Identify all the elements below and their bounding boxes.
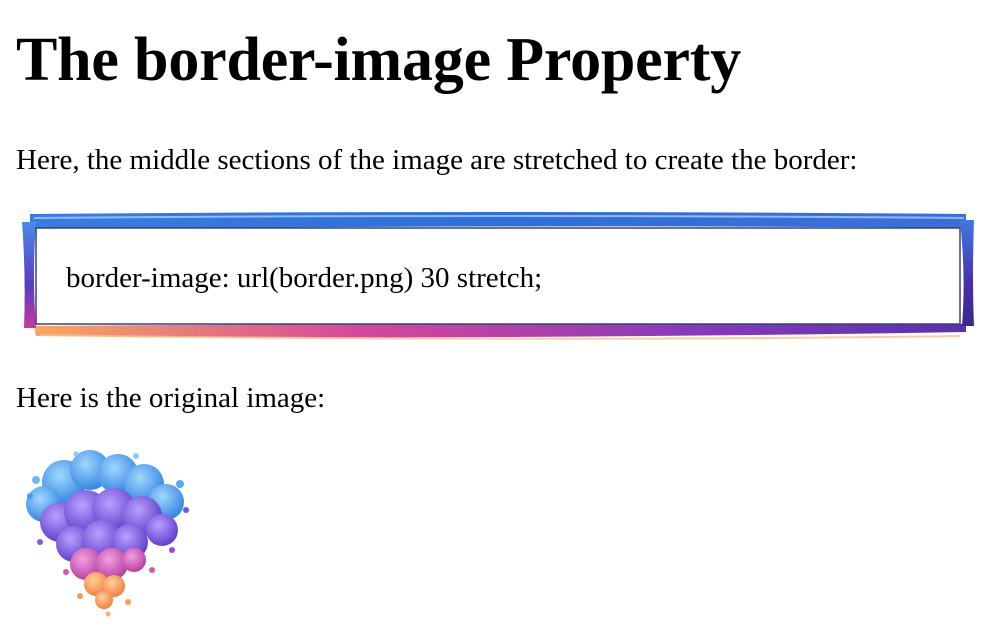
- page: The border-image Property Here, the midd…: [16, 0, 976, 632]
- original-border-image: [16, 446, 196, 622]
- page-title: The border-image Property: [16, 26, 742, 94]
- original-image-caption: Here is the original image:: [16, 382, 326, 414]
- border-image-demo-box: border-image: url(border.png) 30 stretch…: [20, 208, 976, 344]
- intro-paragraph: Here, the middle sections of the image a…: [16, 144, 858, 176]
- cloud-heart-image: [26, 450, 189, 617]
- demo-box-text: border-image: url(border.png) 30 stretch…: [66, 262, 543, 294]
